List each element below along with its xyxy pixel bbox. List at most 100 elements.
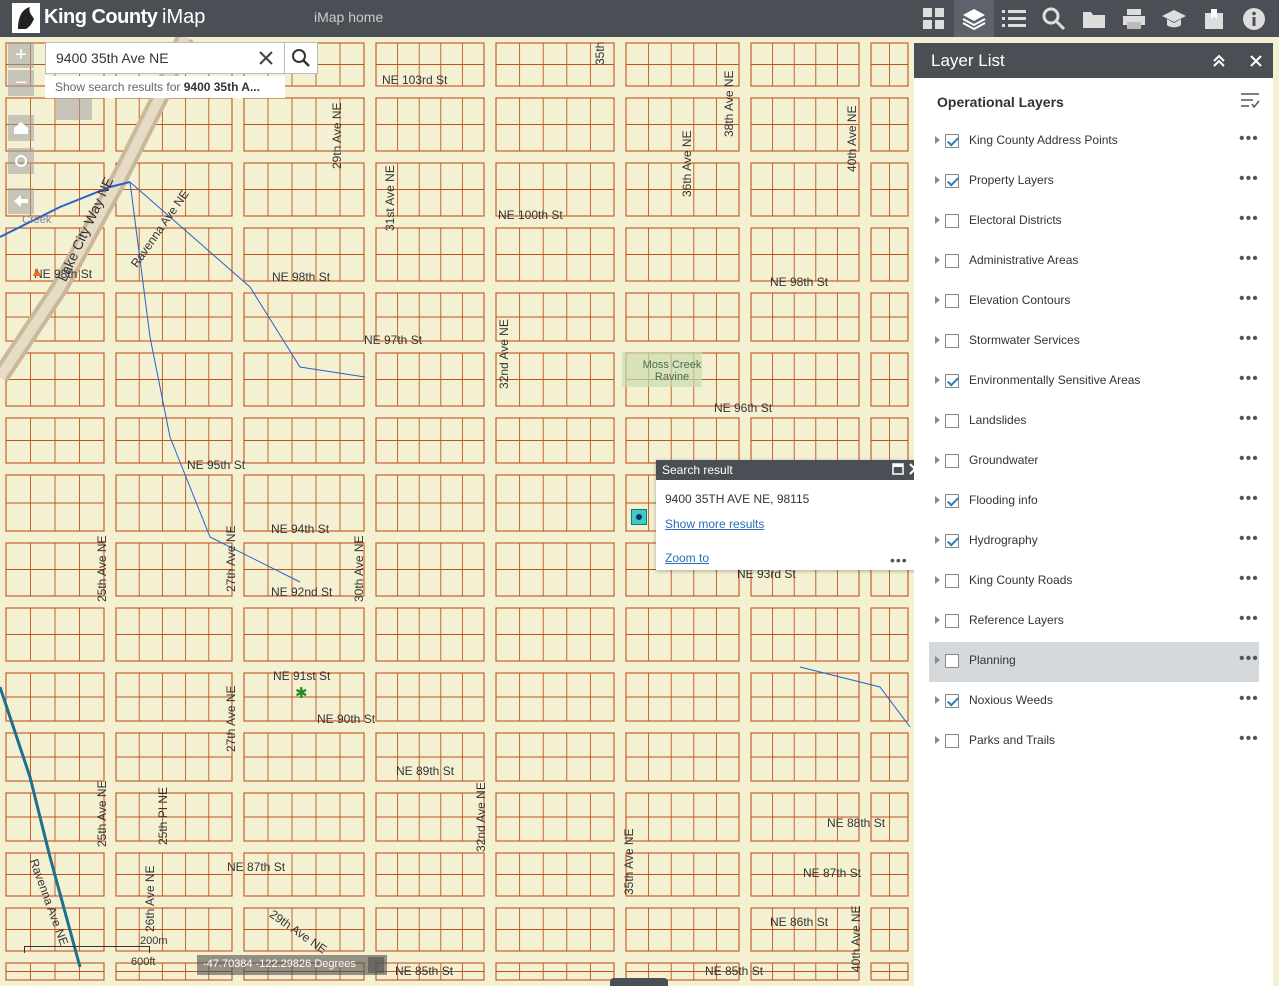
layer-row[interactable]: Property Layers ••• bbox=[929, 162, 1259, 202]
expand-caret-icon[interactable] bbox=[935, 376, 940, 384]
avenue-label: 27th Ave NE bbox=[224, 525, 238, 593]
layer-visibility-checkbox[interactable] bbox=[945, 174, 959, 188]
expand-caret-icon[interactable] bbox=[935, 736, 940, 744]
layer-row[interactable]: Environmentally Sensitive Areas ••• bbox=[929, 362, 1259, 402]
layer-more-icon[interactable]: ••• bbox=[1239, 570, 1259, 588]
search-input[interactable] bbox=[56, 50, 256, 66]
layer-row[interactable]: Groundwater ••• bbox=[929, 442, 1259, 482]
search-button[interactable] bbox=[284, 42, 318, 74]
expand-caret-icon[interactable] bbox=[935, 496, 940, 504]
layer-row[interactable]: King County Roads ••• bbox=[929, 562, 1259, 602]
layer-visibility-checkbox[interactable] bbox=[945, 294, 959, 308]
layer-row[interactable]: Landslides ••• bbox=[929, 402, 1259, 442]
zoom-out-button[interactable]: − bbox=[8, 70, 34, 96]
more-actions-icon[interactable]: ••• bbox=[890, 552, 908, 568]
layer-more-icon[interactable]: ••• bbox=[1239, 250, 1259, 268]
layer-visibility-checkbox[interactable] bbox=[945, 214, 959, 228]
layer-visibility-checkbox[interactable] bbox=[945, 654, 959, 668]
layer-more-icon[interactable]: ••• bbox=[1239, 530, 1259, 548]
layer-options-menu-icon[interactable] bbox=[1240, 91, 1260, 114]
layer-visibility-checkbox[interactable] bbox=[945, 574, 959, 588]
collapse-icon[interactable] bbox=[1212, 54, 1226, 73]
app-title: iMap bbox=[162, 6, 206, 28]
layer-visibility-checkbox[interactable] bbox=[945, 254, 959, 268]
layer-visibility-checkbox[interactable] bbox=[945, 734, 959, 748]
layer-row[interactable]: King County Address Points ••• bbox=[929, 122, 1259, 162]
widgets-grid-icon[interactable] bbox=[914, 0, 954, 37]
layer-more-icon[interactable]: ••• bbox=[1239, 410, 1259, 428]
coordinate-toggle-icon[interactable] bbox=[368, 957, 384, 973]
search-result-marker[interactable] bbox=[631, 509, 647, 525]
folder-icon[interactable] bbox=[1074, 0, 1114, 37]
imap-home-link[interactable]: iMap home bbox=[314, 9, 383, 25]
locate-icon[interactable] bbox=[8, 148, 34, 174]
layer-visibility-checkbox[interactable] bbox=[945, 694, 959, 708]
print-icon[interactable] bbox=[1114, 0, 1154, 37]
bookmark-icon[interactable] bbox=[1194, 0, 1234, 37]
back-arrow-icon[interactable] bbox=[8, 188, 34, 214]
expand-caret-icon[interactable] bbox=[935, 696, 940, 704]
legend-list-icon[interactable] bbox=[994, 0, 1034, 37]
expand-tool-icon[interactable] bbox=[56, 96, 92, 120]
expand-caret-icon[interactable] bbox=[935, 456, 940, 464]
hazard-icon: ▲ bbox=[30, 263, 44, 279]
street-label: NE 94th St bbox=[271, 522, 330, 536]
show-more-results-link[interactable]: Show more results bbox=[665, 517, 764, 531]
clear-search-icon[interactable] bbox=[258, 50, 274, 71]
layer-row[interactable]: Administrative Areas ••• bbox=[929, 242, 1259, 282]
expand-caret-icon[interactable] bbox=[935, 536, 940, 544]
expand-caret-icon[interactable] bbox=[935, 576, 940, 584]
info-icon[interactable] bbox=[1234, 0, 1274, 37]
layers-icon[interactable] bbox=[954, 0, 994, 37]
maximize-icon[interactable] bbox=[892, 463, 904, 478]
zoom-to-link[interactable]: Zoom to bbox=[665, 551, 709, 565]
layer-more-icon[interactable]: ••• bbox=[1239, 450, 1259, 468]
layer-visibility-checkbox[interactable] bbox=[945, 494, 959, 508]
layer-more-icon[interactable]: ••• bbox=[1239, 210, 1259, 228]
layer-row[interactable]: Hydrography ••• bbox=[929, 522, 1259, 562]
layer-row[interactable]: Reference Layers ••• bbox=[929, 602, 1259, 642]
layer-more-icon[interactable]: ••• bbox=[1239, 290, 1259, 308]
layer-visibility-checkbox[interactable] bbox=[945, 534, 959, 548]
expand-caret-icon[interactable] bbox=[935, 616, 940, 624]
expand-caret-icon[interactable] bbox=[935, 176, 940, 184]
layer-more-icon[interactable]: ••• bbox=[1239, 650, 1259, 668]
layer-row[interactable]: Stormwater Services ••• bbox=[929, 322, 1259, 362]
layer-row[interactable]: Flooding info ••• bbox=[929, 482, 1259, 522]
expand-caret-icon[interactable] bbox=[935, 416, 940, 424]
close-icon[interactable] bbox=[1250, 54, 1262, 72]
layer-row[interactable]: Noxious Weeds ••• bbox=[929, 682, 1259, 722]
street-label: NE 100th St bbox=[498, 208, 563, 222]
education-icon[interactable] bbox=[1154, 0, 1194, 37]
layer-more-icon[interactable]: ••• bbox=[1239, 330, 1259, 348]
attribute-table-handle[interactable] bbox=[610, 978, 668, 986]
layer-row[interactable]: Planning ••• bbox=[929, 642, 1259, 682]
expand-caret-icon[interactable] bbox=[935, 216, 940, 224]
layer-more-icon[interactable]: ••• bbox=[1239, 610, 1259, 628]
layer-visibility-checkbox[interactable] bbox=[945, 454, 959, 468]
layer-more-icon[interactable]: ••• bbox=[1239, 490, 1259, 508]
layer-visibility-checkbox[interactable] bbox=[945, 374, 959, 388]
layer-row[interactable]: Parks and Trails ••• bbox=[929, 722, 1259, 762]
expand-caret-icon[interactable] bbox=[935, 336, 940, 344]
layer-visibility-checkbox[interactable] bbox=[945, 334, 959, 348]
search-icon[interactable] bbox=[1034, 0, 1074, 37]
layer-more-icon[interactable]: ••• bbox=[1239, 130, 1259, 148]
home-extent-icon[interactable] bbox=[8, 115, 34, 141]
layer-row[interactable]: Elevation Contours ••• bbox=[929, 282, 1259, 322]
expand-caret-icon[interactable] bbox=[935, 136, 940, 144]
layer-row[interactable]: Electoral Districts ••• bbox=[929, 202, 1259, 242]
zoom-in-button[interactable]: + bbox=[8, 42, 34, 68]
search-suggestion[interactable]: Show search results for 9400 35th A... bbox=[45, 76, 285, 98]
layer-visibility-checkbox[interactable] bbox=[945, 134, 959, 148]
layer-more-icon[interactable]: ••• bbox=[1239, 690, 1259, 708]
expand-caret-icon[interactable] bbox=[935, 296, 940, 304]
expand-caret-icon[interactable] bbox=[935, 256, 940, 264]
layer-visibility-checkbox[interactable] bbox=[945, 614, 959, 628]
street-label: NE 87th St bbox=[227, 860, 286, 874]
layer-more-icon[interactable]: ••• bbox=[1239, 370, 1259, 388]
layer-visibility-checkbox[interactable] bbox=[945, 414, 959, 428]
layer-more-icon[interactable]: ••• bbox=[1239, 170, 1259, 188]
layer-more-icon[interactable]: ••• bbox=[1239, 730, 1259, 748]
expand-caret-icon[interactable] bbox=[935, 656, 940, 664]
